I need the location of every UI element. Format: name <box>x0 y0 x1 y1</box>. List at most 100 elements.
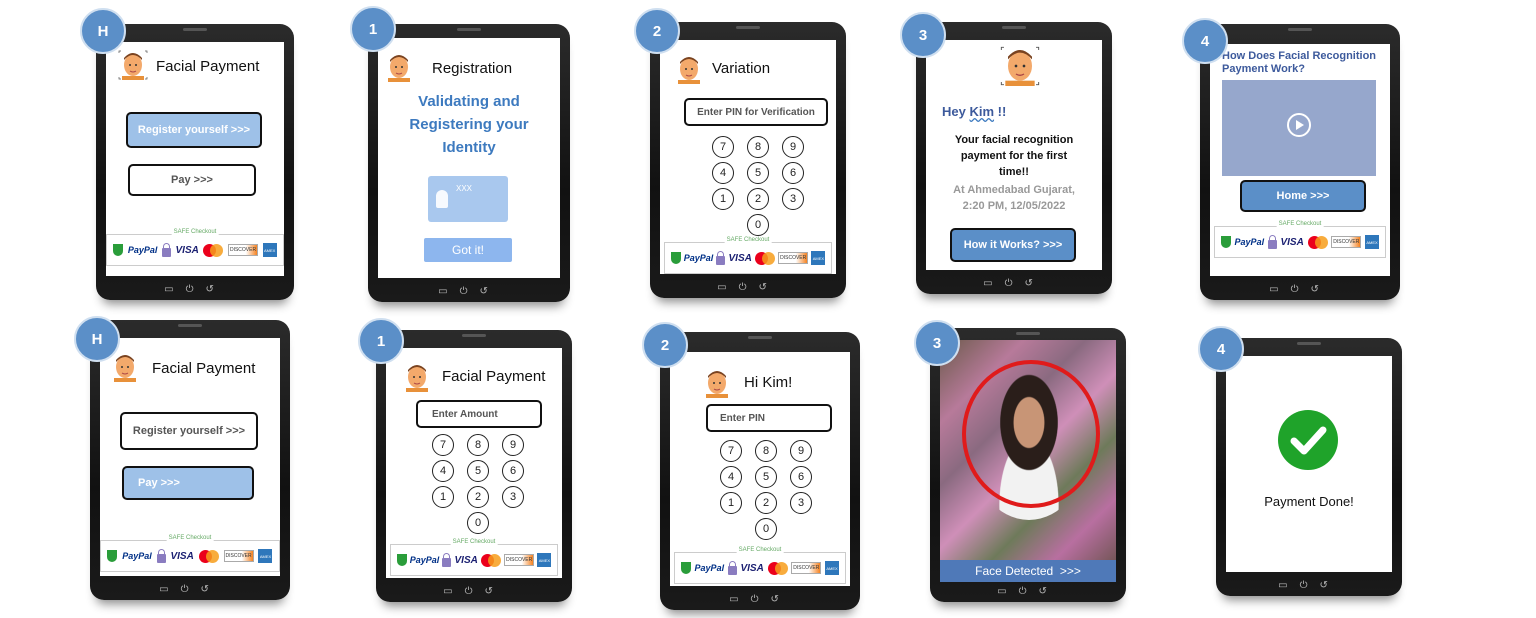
screen: How Does Facial Recognition Payment Work… <box>1210 44 1390 276</box>
screen: Facial Payment Enter Amount 789 456 123 … <box>386 348 562 578</box>
step-badge: 3 <box>900 12 946 58</box>
key-6[interactable]: 6 <box>502 460 524 482</box>
key-8[interactable]: 8 <box>755 440 777 462</box>
visa-icon: VISA <box>728 252 752 264</box>
home-button[interactable]: Home >>> <box>1240 180 1366 212</box>
amount-input[interactable]: Enter Amount <box>416 400 542 428</box>
mastercard-icon <box>755 251 775 265</box>
face-avatar-icon <box>118 50 148 80</box>
register-button[interactable]: Register yourself >>> <box>126 112 262 148</box>
tablet-home-1: Facial Payment Register yourself >>> Pay… <box>96 24 294 300</box>
key-0[interactable]: 0 <box>467 512 489 534</box>
step-badge: H <box>80 8 126 54</box>
tablet-enter-pin: Hi Kim! Enter PIN 789 456 123 0 SAFE Che… <box>660 332 860 610</box>
key-3[interactable]: 3 <box>790 492 812 514</box>
visa-icon: VISA <box>170 550 194 562</box>
video-player[interactable] <box>1222 80 1376 176</box>
nav-buttons: ▭⏻↺ <box>729 594 791 605</box>
amex-icon: AMEX <box>825 561 840 575</box>
safe-checkout-bar: SAFE Checkout PayPal VISA DISCOVER AMEX <box>674 547 846 584</box>
pin-input[interactable]: Enter PIN <box>706 404 832 432</box>
pay-button[interactable]: Pay >>> <box>128 164 256 196</box>
mastercard-icon <box>198 549 219 563</box>
paypal-icon: PayPal <box>1234 237 1265 247</box>
key-0[interactable]: 0 <box>755 518 777 540</box>
key-3[interactable]: 3 <box>502 486 524 508</box>
key-8[interactable]: 8 <box>467 434 489 456</box>
face-detection-frame <box>962 360 1100 508</box>
discover-icon: DISCOVER <box>778 252 809 264</box>
face-avatar-icon <box>406 365 428 392</box>
key-5[interactable]: 5 <box>467 460 489 482</box>
greeting: Hey Kim !! <box>942 104 1007 119</box>
greeting-name: Kim <box>969 104 995 119</box>
key-0[interactable]: 0 <box>747 214 769 236</box>
key-6[interactable]: 6 <box>782 162 804 184</box>
discover-icon: DISCOVER <box>227 244 259 256</box>
play-icon[interactable] <box>1286 112 1312 138</box>
tablet-home-2: Facial Payment Register yourself >>> Pay… <box>90 320 290 600</box>
key-1[interactable]: 1 <box>432 486 454 508</box>
paypal-icon: PayPal <box>122 551 152 561</box>
nav-buttons: ▭⏻↺ <box>1278 580 1340 591</box>
screen: Registration Validating and Registering … <box>378 38 560 278</box>
key-2[interactable]: 2 <box>747 188 769 210</box>
key-2[interactable]: 2 <box>467 486 489 508</box>
screen: Facial Payment Register yourself >>> Pay… <box>106 42 284 276</box>
got-it-button[interactable]: Got it! <box>424 238 512 262</box>
pin-verification-input[interactable]: Enter PIN for Verification <box>684 98 828 126</box>
visa-icon: VISA <box>175 244 199 256</box>
location-timestamp: At Ahmedabad Gujarat, 2:20 PM, 12/05/202… <box>953 184 1075 212</box>
key-9[interactable]: 9 <box>502 434 524 456</box>
key-6[interactable]: 6 <box>790 466 812 488</box>
face-avatar-icon <box>1000 46 1040 86</box>
amex-icon: AMEX <box>258 549 273 563</box>
face-avatar-icon <box>678 57 700 84</box>
keypad: 789 456 123 0 <box>432 434 524 538</box>
face-detected-status[interactable]: Face Detected >>> <box>940 560 1116 582</box>
key-9[interactable]: 9 <box>790 440 812 462</box>
key-1[interactable]: 1 <box>720 492 742 514</box>
nav-buttons: ▭⏻↺ <box>1269 284 1331 295</box>
key-5[interactable]: 5 <box>747 162 769 184</box>
pay-button[interactable]: Pay >>> <box>122 466 254 500</box>
amex-icon: AMEX <box>262 243 277 257</box>
nav-buttons: ▭⏻↺ <box>438 286 500 297</box>
discover-icon: DISCOVER <box>504 554 535 566</box>
lock-icon <box>716 250 726 265</box>
shield-icon <box>113 244 124 256</box>
key-3[interactable]: 3 <box>782 188 804 210</box>
shield-icon <box>1220 236 1231 248</box>
keypad: 789 456 123 0 <box>712 136 804 240</box>
key-5[interactable]: 5 <box>755 466 777 488</box>
screen-title: Registration <box>432 60 513 77</box>
screen-title: Variation <box>712 60 771 77</box>
paypal-icon: PayPal <box>127 245 158 255</box>
amex-icon: AMEX <box>811 251 826 265</box>
face-avatar-icon <box>706 371 728 398</box>
screen: Payment Done! <box>1226 356 1392 572</box>
shield-icon <box>396 554 407 566</box>
key-4[interactable]: 4 <box>712 162 734 184</box>
visa-icon: VISA <box>1280 236 1304 248</box>
face-avatar-icon <box>388 55 410 82</box>
safe-checkout-bar: SAFE Checkout PayPal VISA DISCOVER AMEX <box>106 229 284 266</box>
screen: Hey Kim !! Your facial recognition payme… <box>926 40 1102 270</box>
lock-icon <box>727 560 737 575</box>
safe-checkout-bar: SAFE Checkout PayPal VISA DISCOVER AMEX <box>100 535 280 572</box>
mastercard-icon <box>203 243 224 257</box>
safe-checkout-bar: SAFE Checkout PayPal VISA DISCOVER AMEX <box>390 539 558 576</box>
key-1[interactable]: 1 <box>712 188 734 210</box>
key-4[interactable]: 4 <box>720 466 742 488</box>
key-8[interactable]: 8 <box>747 136 769 158</box>
visa-icon: VISA <box>740 562 764 574</box>
key-4[interactable]: 4 <box>432 460 454 482</box>
key-7[interactable]: 7 <box>712 136 734 158</box>
key-2[interactable]: 2 <box>755 492 777 514</box>
how-it-works-button[interactable]: How it Works? >>> <box>950 228 1076 262</box>
register-button[interactable]: Register yourself >>> <box>120 412 258 450</box>
tablet-registration: Registration Validating and Registering … <box>368 24 570 302</box>
key-7[interactable]: 7 <box>720 440 742 462</box>
key-9[interactable]: 9 <box>782 136 804 158</box>
key-7[interactable]: 7 <box>432 434 454 456</box>
